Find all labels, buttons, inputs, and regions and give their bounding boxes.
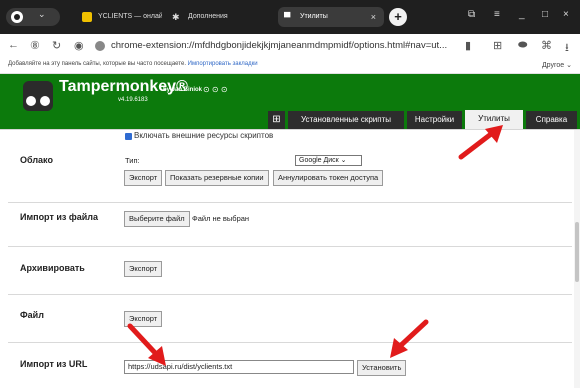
shield-icon[interactable]: ◉: [74, 39, 84, 52]
extension-url-icon: [95, 41, 105, 51]
revoke-token-button[interactable]: Аннулировать токен доступа: [273, 170, 384, 186]
close-window-icon[interactable]: ×: [563, 9, 569, 20]
cloud-type-select[interactable]: Google Диск ⌄: [295, 155, 362, 166]
archive-export-button[interactable]: Экспорт: [124, 261, 163, 277]
show-backups-button[interactable]: Показать резервные копии: [165, 170, 269, 186]
arrow-shaft: [458, 128, 498, 160]
extensions-icon[interactable]: ⊞: [493, 39, 502, 52]
section-label: Импорт из URL: [20, 359, 88, 369]
chevron-down-icon: ⌄: [38, 9, 46, 19]
tab-settings[interactable]: Настройки: [407, 111, 462, 129]
arrow-shaft: [127, 323, 161, 359]
annotation-arrow-icon: [390, 319, 429, 358]
pin-icon[interactable]: ⧉: [468, 9, 475, 20]
tampermonkey-logo-icon: [23, 81, 53, 111]
external-resources-checkbox[interactable]: [125, 133, 132, 140]
browser-logo-icon: [11, 11, 23, 23]
close-tab-icon[interactable]: ×: [371, 7, 376, 27]
tampermonkey-author: by Jan Biniok: [163, 87, 203, 93]
menu-icon[interactable]: ≡: [494, 9, 500, 20]
external-resources-label: Включать внешние ресурсы скриптов: [134, 131, 274, 140]
arrow-shaft: [395, 319, 429, 351]
download-icon[interactable]: ⭳: [565, 39, 569, 58]
section-label: Файл: [20, 310, 44, 320]
bookmarks-bar: Добавляйте на эту панель сайты, которые …: [0, 58, 580, 74]
logo-eye: [40, 96, 50, 106]
logo-eye: [26, 96, 36, 106]
annotation-arrow-icon: [458, 125, 503, 160]
tab-installed-scripts[interactable]: Установленные скрипты: [288, 111, 404, 129]
import-bookmarks-link[interactable]: Импортировать закладки: [188, 61, 258, 67]
browser-title-bar: ⌄ YCLIENTS — онлайн-запи ✱ Дополнения ▀ …: [0, 0, 580, 34]
maximize-icon[interactable]: □: [542, 9, 548, 20]
type-label: Тип:: [125, 156, 140, 165]
other-bookmarks-button[interactable]: Другое ⌄: [542, 61, 572, 69]
annotation-arrow-icon: [127, 323, 166, 366]
collections-icon[interactable]: ⬬: [518, 39, 527, 52]
section-file: Файл Экспорт: [8, 295, 572, 343]
scrollbar-thumb[interactable]: [575, 222, 579, 282]
yclients-icon: [82, 12, 92, 22]
section-label: Облако: [20, 155, 53, 165]
section-archive: Архивировать Экспорт: [8, 247, 572, 295]
tab-utilities[interactable]: ▀ Утилиты ×: [278, 7, 384, 27]
page-scrollbar[interactable]: [574, 130, 580, 388]
minimize-icon[interactable]: _: [519, 9, 525, 20]
bookmarks-prompt: Добавляйте на эту панель сайты, которые …: [8, 61, 258, 67]
file-status: Файл не выбран: [192, 214, 250, 223]
section-label: Импорт из файла: [20, 212, 98, 222]
url-field[interactable]: chrome-extension://mfdhdgbonjidekjkjmjan…: [111, 40, 447, 51]
section-import-file: Импорт из файла Выберите файл Файл не вы…: [8, 203, 572, 247]
social-links-icons[interactable]: ⊙ ⊙ ⊙: [203, 85, 228, 94]
tab-label: Дополнения: [188, 13, 228, 20]
section-label: Архивировать: [20, 263, 85, 273]
bookmarks-prompt-text: Добавляйте на эту панель сайты, которые …: [8, 61, 186, 67]
refresh-icon[interactable]: ↻: [52, 39, 61, 52]
back-icon[interactable]: ←: [8, 39, 19, 51]
share-icon[interactable]: ⌘: [541, 39, 552, 52]
section-import-url: Импорт из URL https://udsapi.ru/dist/ycl…: [8, 343, 572, 388]
tampermonkey-version: v4.19.6183: [118, 97, 148, 103]
tampermonkey-icon: ▀: [284, 12, 291, 22]
choose-file-button[interactable]: Выберите файл: [124, 211, 190, 227]
new-script-tab[interactable]: ⊞: [268, 111, 285, 129]
tab-help[interactable]: Справка: [526, 111, 577, 129]
browser-menu-button[interactable]: ⌄: [6, 8, 60, 26]
puzzle-icon: ✱: [172, 12, 180, 22]
tab-label: YCLIENTS — онлайн-запи: [98, 13, 162, 20]
cloud-export-button[interactable]: Экспорт: [124, 170, 163, 186]
tab-yclients[interactable]: YCLIENTS — онлайн-запи: [76, 7, 162, 27]
tab-label: Утилиты: [300, 13, 328, 20]
new-tab-button[interactable]: +: [389, 8, 407, 26]
forward-icon[interactable]: ⑧: [30, 39, 40, 52]
address-bar: ← ⑧ ↻ ◉ chrome-extension://mfdhdgbonjide…: [0, 34, 580, 58]
tab-extensions[interactable]: ✱ Дополнения: [166, 7, 272, 27]
bookmark-icon[interactable]: ▮: [465, 39, 471, 52]
